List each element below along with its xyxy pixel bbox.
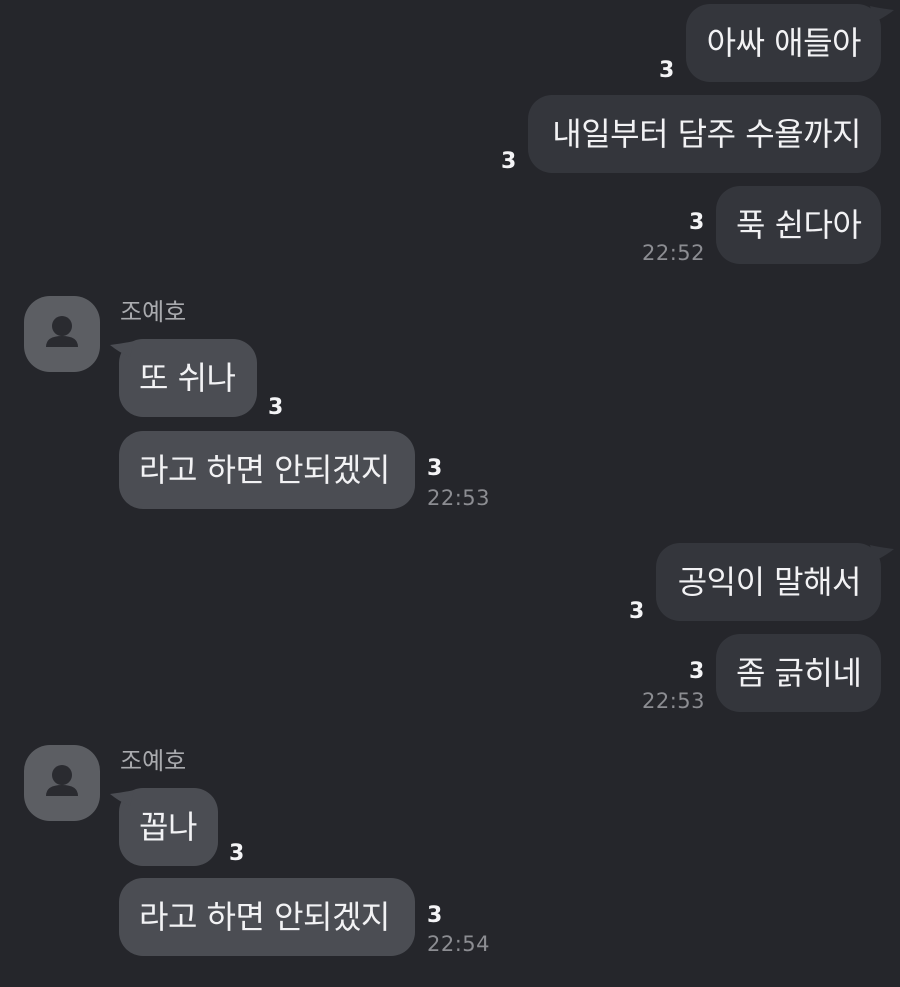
unread-count: 3 <box>659 58 675 83</box>
message-text: 또 쉬나 <box>139 359 236 397</box>
my-message-bubble[interactable]: 아싸 애들아 <box>686 4 881 82</box>
message-text: 꼽나 <box>139 808 197 846</box>
their-message-bubble[interactable]: 라고 하면 안되겠지 <box>119 878 415 956</box>
avatar[interactable] <box>24 296 100 372</box>
default-person-icon <box>46 316 78 347</box>
unread-count: 3 <box>427 903 443 928</box>
avatar[interactable] <box>24 745 100 821</box>
my-message-bubble[interactable]: 공익이 말해서 <box>656 543 881 621</box>
message-text: 내일부터 담주 수욜까지 <box>552 115 861 153</box>
unread-count: 3 <box>427 456 443 481</box>
message-text: 라고 하면 안되겠지 <box>139 898 390 936</box>
message-text: 아싸 애들아 <box>706 24 862 62</box>
unread-count: 3 <box>501 149 517 174</box>
bubble-tail-icon <box>110 341 134 357</box>
unread-count: 3 <box>629 599 645 624</box>
bubble-tail-icon <box>870 545 894 561</box>
message-text: 좀 긁히네 <box>736 654 862 692</box>
my-message-bubble[interactable]: 푹 쉰다아 <box>716 186 881 264</box>
unread-count: 3 <box>689 659 705 684</box>
default-person-icon <box>46 765 78 796</box>
message-text: 푹 쉰다아 <box>736 206 862 244</box>
message-text: 라고 하면 안되겠지 <box>139 451 390 489</box>
unread-count: 3 <box>229 841 245 866</box>
unread-count: 3 <box>689 210 705 235</box>
timestamp: 22:54 <box>427 932 491 956</box>
timestamp: 22:52 <box>642 241 706 265</box>
sender-name: 조예호 <box>120 747 187 775</box>
timestamp: 22:53 <box>427 486 491 510</box>
sender-name: 조예호 <box>120 298 187 326</box>
my-message-bubble[interactable]: 좀 긁히네 <box>716 634 881 712</box>
unread-count: 3 <box>268 395 284 420</box>
message-text: 공익이 말해서 <box>677 563 862 601</box>
timestamp: 22:53 <box>642 689 706 713</box>
their-message-bubble[interactable]: 또 쉬나 <box>119 339 257 417</box>
bubble-tail-icon <box>870 6 894 22</box>
their-message-bubble[interactable]: 라고 하면 안되겠지 <box>119 431 415 509</box>
bubble-tail-icon <box>110 790 134 806</box>
my-message-bubble[interactable]: 내일부터 담주 수욜까지 <box>528 95 881 173</box>
